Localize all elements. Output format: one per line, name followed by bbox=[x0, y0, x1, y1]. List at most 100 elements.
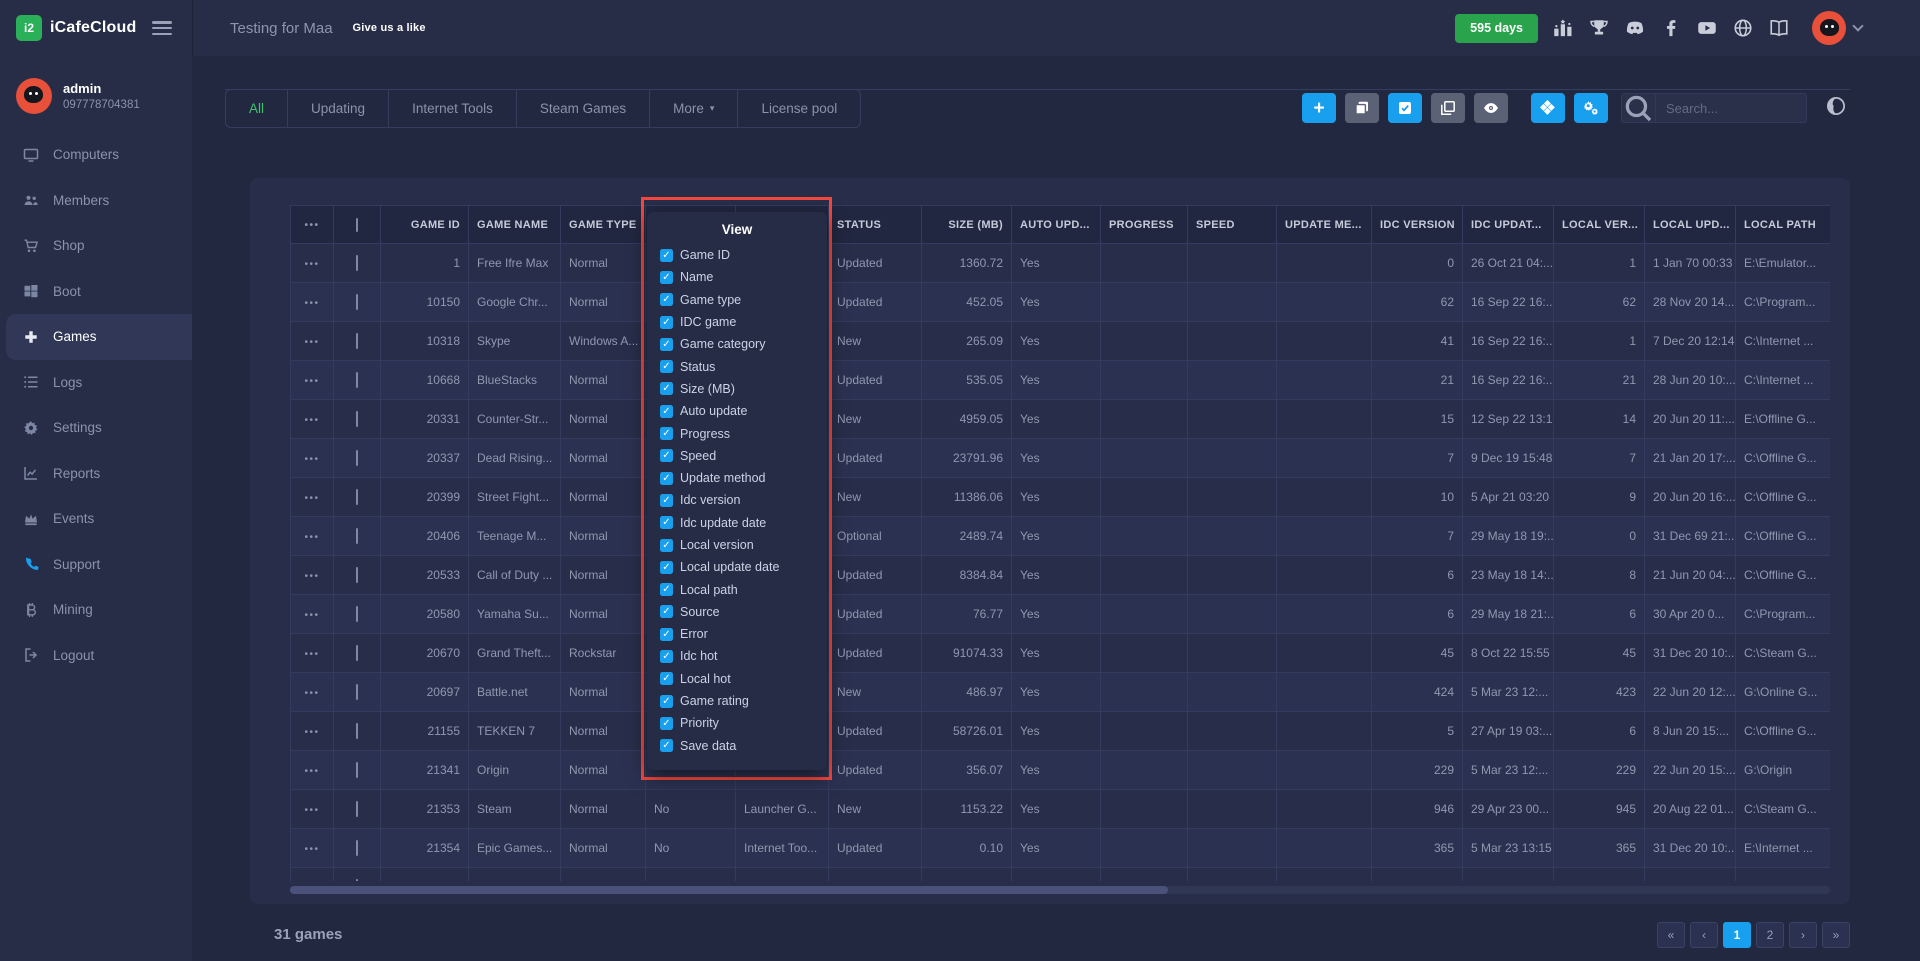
cell-select[interactable] bbox=[334, 673, 381, 712]
view-option-save-data[interactable]: ✓Save data bbox=[660, 735, 814, 757]
cell-select[interactable] bbox=[334, 751, 381, 790]
view-option-idc-version[interactable]: ✓Idc version bbox=[660, 489, 814, 511]
cell-actions[interactable]: ••• bbox=[291, 673, 334, 712]
cell-select[interactable] bbox=[334, 634, 381, 673]
cell-select[interactable] bbox=[334, 283, 381, 322]
row-checkbox[interactable] bbox=[356, 528, 358, 544]
column-header-auto_update[interactable]: AUTO UPD... bbox=[1012, 206, 1101, 244]
cell-actions[interactable]: ••• bbox=[291, 283, 334, 322]
cell-select[interactable] bbox=[334, 244, 381, 283]
cell-actions[interactable]: ••• bbox=[291, 751, 334, 790]
view-option-size-mb-[interactable]: ✓Size (MB) bbox=[660, 378, 814, 400]
next-page-button[interactable]: › bbox=[1789, 922, 1817, 948]
tools-button[interactable] bbox=[1574, 93, 1608, 123]
column-header-speed[interactable]: SPEED bbox=[1188, 206, 1277, 244]
row-checkbox[interactable] bbox=[356, 450, 358, 466]
tab-internet-tools[interactable]: Internet Tools bbox=[389, 90, 517, 127]
view-option-progress[interactable]: ✓Progress bbox=[660, 422, 814, 444]
tab-all[interactable]: All bbox=[226, 90, 288, 127]
user-menu[interactable] bbox=[1812, 11, 1862, 45]
ranking-icon[interactable] bbox=[1552, 17, 1574, 39]
column-header-local_update_date[interactable]: LOCAL UPD... bbox=[1645, 206, 1736, 244]
cell-actions[interactable]: ••• bbox=[291, 634, 334, 673]
checked-checkbox-icon[interactable]: ✓ bbox=[660, 271, 673, 284]
view-option-auto-update[interactable]: ✓Auto update bbox=[660, 400, 814, 422]
column-header-game_id[interactable]: GAME ID bbox=[381, 206, 469, 244]
cell-actions[interactable]: ••• bbox=[291, 517, 334, 556]
select-all-button[interactable] bbox=[1388, 93, 1422, 123]
preview-button[interactable] bbox=[1474, 93, 1508, 123]
view-option-priority[interactable]: ✓Priority bbox=[660, 712, 814, 734]
scrollbar-thumb[interactable] bbox=[290, 886, 1168, 894]
cell-select[interactable] bbox=[334, 322, 381, 361]
view-option-update-method[interactable]: ✓Update method bbox=[660, 467, 814, 489]
column-header-idc_update_date[interactable]: IDC UPDAT... bbox=[1463, 206, 1554, 244]
page-button-2[interactable]: 2 bbox=[1756, 922, 1784, 948]
sidebar-item-events[interactable]: Events bbox=[0, 496, 192, 542]
sidebar-item-logs[interactable]: Logs bbox=[0, 360, 192, 406]
view-option-game-category[interactable]: ✓Game category bbox=[660, 333, 814, 355]
sidebar-item-reports[interactable]: Reports bbox=[0, 451, 192, 497]
view-option-game-rating[interactable]: ✓Game rating bbox=[660, 690, 814, 712]
cell-select[interactable] bbox=[334, 439, 381, 478]
checked-checkbox-icon[interactable]: ✓ bbox=[660, 717, 673, 730]
sidebar-item-boot[interactable]: Boot bbox=[0, 269, 192, 315]
column-header-game_name[interactable]: GAME NAME bbox=[469, 206, 561, 244]
clone-button[interactable] bbox=[1345, 93, 1379, 123]
page-button-1[interactable]: 1 bbox=[1723, 922, 1751, 948]
column-header-update_method[interactable]: UPDATE ME... bbox=[1277, 206, 1372, 244]
row-checkbox[interactable] bbox=[356, 372, 358, 388]
cell-select[interactable] bbox=[334, 556, 381, 595]
column-header-local_path[interactable]: LOCAL PATH bbox=[1736, 206, 1831, 244]
cell-select[interactable] bbox=[334, 868, 381, 882]
row-checkbox[interactable] bbox=[356, 840, 358, 856]
checked-checkbox-icon[interactable]: ✓ bbox=[660, 672, 673, 685]
view-option-status[interactable]: ✓Status bbox=[660, 355, 814, 377]
apps-button[interactable] bbox=[1531, 93, 1565, 123]
copy-button[interactable] bbox=[1431, 93, 1465, 123]
cell-actions[interactable]: ••• bbox=[291, 868, 334, 882]
checked-checkbox-icon[interactable]: ✓ bbox=[660, 516, 673, 529]
cell-actions[interactable]: ••• bbox=[291, 556, 334, 595]
checked-checkbox-icon[interactable]: ✓ bbox=[660, 739, 673, 752]
brand-logo[interactable]: i2 iCafeCloud bbox=[0, 0, 192, 56]
cell-actions[interactable]: ••• bbox=[291, 595, 334, 634]
checked-checkbox-icon[interactable]: ✓ bbox=[660, 293, 673, 306]
cell-actions[interactable]: ••• bbox=[291, 361, 334, 400]
row-checkbox[interactable] bbox=[356, 411, 358, 427]
sidebar-item-support[interactable]: Support bbox=[0, 542, 192, 588]
prev-page-button[interactable]: ‹ bbox=[1690, 922, 1718, 948]
row-checkbox[interactable] bbox=[356, 294, 358, 310]
row-checkbox[interactable] bbox=[356, 567, 358, 583]
column-header-game_type[interactable]: GAME TYPE bbox=[561, 206, 646, 244]
globe-icon[interactable] bbox=[1732, 17, 1754, 39]
column-header-idc_version[interactable]: IDC VERSION bbox=[1372, 206, 1463, 244]
view-option-local-path[interactable]: ✓Local path bbox=[660, 578, 814, 600]
first-page-button[interactable]: « bbox=[1657, 922, 1685, 948]
cell-actions[interactable]: ••• bbox=[291, 712, 334, 751]
tab-steam-games[interactable]: Steam Games bbox=[517, 90, 650, 127]
view-option-game-type[interactable]: ✓Game type bbox=[660, 289, 814, 311]
checked-checkbox-icon[interactable]: ✓ bbox=[660, 583, 673, 596]
discord-icon[interactable] bbox=[1624, 17, 1646, 39]
tab-license-pool[interactable]: License pool bbox=[738, 90, 860, 127]
add-game-button[interactable]: + bbox=[1302, 93, 1336, 123]
row-checkbox[interactable] bbox=[356, 801, 358, 817]
checked-checkbox-icon[interactable]: ✓ bbox=[660, 628, 673, 641]
column-header-select[interactable] bbox=[334, 206, 381, 244]
cell-select[interactable] bbox=[334, 400, 381, 439]
sidebar-item-members[interactable]: Members bbox=[0, 178, 192, 224]
language-globe-icon[interactable] bbox=[1826, 96, 1850, 120]
row-checkbox[interactable] bbox=[356, 645, 358, 661]
checked-checkbox-icon[interactable]: ✓ bbox=[660, 316, 673, 329]
search-input[interactable] bbox=[1656, 101, 1796, 116]
cell-actions[interactable]: ••• bbox=[291, 790, 334, 829]
sidebar-item-games[interactable]: Games bbox=[6, 314, 192, 360]
menu-toggle-icon[interactable] bbox=[152, 21, 172, 35]
checked-checkbox-icon[interactable]: ✓ bbox=[660, 382, 673, 395]
checked-checkbox-icon[interactable]: ✓ bbox=[660, 338, 673, 351]
row-checkbox[interactable] bbox=[356, 684, 358, 700]
row-checkbox[interactable] bbox=[356, 606, 358, 622]
cell-select[interactable] bbox=[334, 595, 381, 634]
facebook-icon[interactable] bbox=[1660, 17, 1682, 39]
